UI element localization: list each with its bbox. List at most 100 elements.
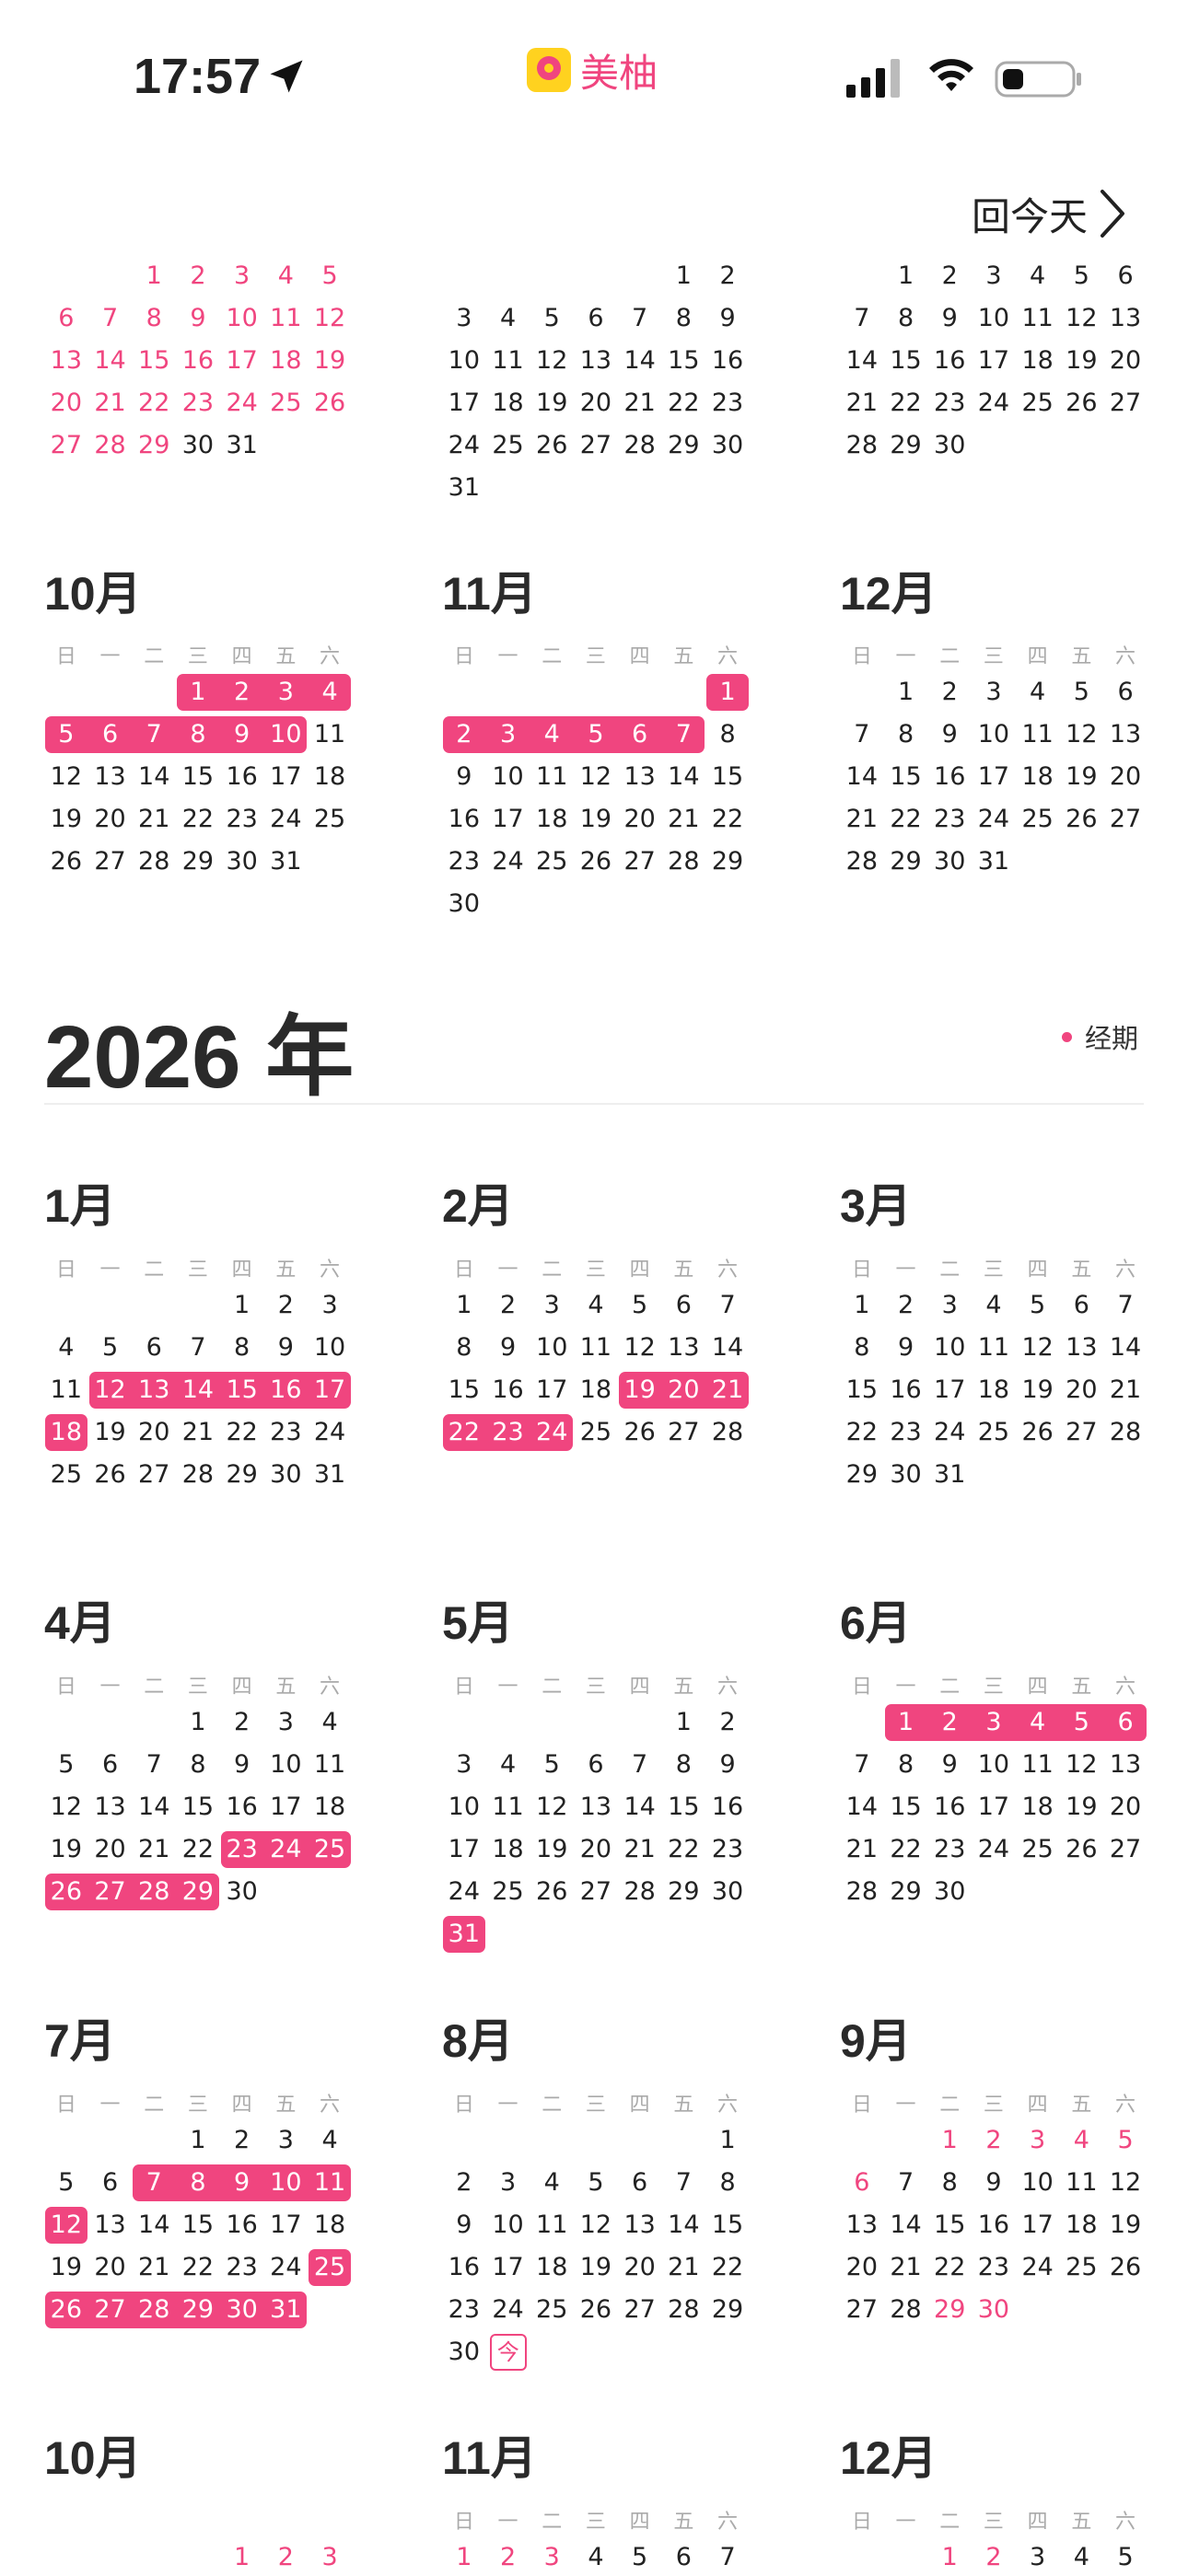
day-cell[interactable]: 22 (705, 801, 750, 838)
day-cell[interactable]: 8 (176, 2164, 220, 2201)
day-cell[interactable]: 16 (264, 1372, 309, 1409)
day-cell[interactable]: 3 (530, 2539, 574, 2576)
day-cell[interactable]: 24 (972, 801, 1016, 838)
day-cell[interactable]: 27 (88, 843, 133, 880)
day-cell[interactable]: 8 (220, 1329, 264, 1366)
day-cell[interactable]: 7 (662, 716, 706, 753)
day-cell[interactable]: 9 (486, 1329, 530, 1366)
day-cell[interactable]: 26 (530, 1874, 574, 1910)
day-cell[interactable]: 25 (486, 1874, 530, 1910)
day-cell[interactable]: 13 (840, 2207, 884, 2244)
day-cell[interactable]: 27 (574, 1874, 618, 1910)
day-cell[interactable]: 19 (618, 1372, 662, 1409)
day-cell[interactable]: 3 (972, 258, 1016, 295)
day-cell[interactable]: 1 (662, 1704, 706, 1741)
day-cell[interactable]: 28 (662, 843, 706, 880)
day-cell[interactable]: 27 (88, 2292, 133, 2328)
day-cell[interactable]: 30 (927, 427, 972, 464)
day-cell[interactable]: 2 (927, 258, 972, 295)
day-cell[interactable]: 7 (132, 2164, 176, 2201)
day-cell[interactable]: 28 (132, 1874, 176, 1910)
day-cell[interactable]: 3 (1016, 2122, 1060, 2159)
day-cell[interactable]: 18 (308, 2207, 352, 2244)
day-cell[interactable]: 9 (220, 2164, 264, 2201)
day-cell[interactable]: 10 (442, 342, 486, 379)
day-cell[interactable]: 30 (927, 1874, 972, 1910)
day-cell[interactable]: 22 (884, 385, 928, 422)
day-cell[interactable]: 16 (220, 2207, 264, 2244)
day-cell[interactable]: 26 (574, 843, 618, 880)
day-cell[interactable]: 19 (1060, 759, 1104, 795)
day-cell[interactable]: 29 (884, 427, 928, 464)
day-cell[interactable]: 15 (884, 1789, 928, 1826)
day-cell[interactable]: 16 (220, 759, 264, 795)
day-cell[interactable]: 20 (132, 1414, 176, 1451)
day-cell[interactable]: 19 (44, 1831, 88, 1868)
day-cell[interactable]: 26 (88, 1456, 133, 1493)
day-cell[interactable]: 21 (176, 1414, 220, 1451)
day-cell[interactable]: 8 (176, 716, 220, 753)
day-cell[interactable]: 27 (1103, 1831, 1147, 1868)
day-cell[interactable]: 5 (618, 2539, 662, 2576)
day-cell[interactable]: 26 (44, 843, 88, 880)
day-cell[interactable]: 10 (927, 1329, 972, 1366)
day-cell[interactable]: 6 (44, 300, 88, 337)
day-cell[interactable]: 11 (530, 2207, 574, 2244)
day-cell[interactable]: 21 (662, 801, 706, 838)
day-cell[interactable]: 26 (1060, 801, 1104, 838)
day-cell[interactable]: 29 (705, 843, 750, 880)
day-cell[interactable]: 27 (574, 427, 618, 464)
day-cell[interactable]: 2 (972, 2122, 1016, 2159)
day-cell[interactable]: 29 (662, 1874, 706, 1910)
day-cell[interactable]: 22 (840, 1414, 884, 1451)
day-cell[interactable]: 3 (486, 2164, 530, 2201)
day-cell[interactable]: 28 (618, 1874, 662, 1910)
day-cell[interactable]: 14 (132, 1789, 176, 1826)
day-cell[interactable]: 5 (44, 1746, 88, 1783)
day-cell[interactable]: 25 (1060, 2249, 1104, 2286)
day-cell[interactable]: 9 (220, 1746, 264, 1783)
day-cell[interactable]: 23 (972, 2249, 1016, 2286)
today-marker[interactable]: 今 (489, 2334, 527, 2371)
day-cell[interactable]: 1 (220, 1287, 264, 1324)
day-cell[interactable]: 20 (1103, 342, 1147, 379)
day-cell[interactable]: 25 (972, 1414, 1016, 1451)
day-cell[interactable]: 9 (705, 300, 750, 337)
day-cell[interactable]: 1 (884, 258, 928, 295)
day-cell[interactable]: 28 (840, 427, 884, 464)
day-cell[interactable]: 17 (927, 1372, 972, 1409)
day-cell[interactable]: 7 (840, 716, 884, 753)
day-cell[interactable]: 13 (88, 2207, 133, 2244)
day-cell[interactable]: 18 (1016, 342, 1060, 379)
day-cell[interactable]: 15 (132, 342, 176, 379)
day-cell[interactable]: 1 (132, 258, 176, 295)
day-cell[interactable]: 20 (1103, 1789, 1147, 1826)
day-cell[interactable]: 17 (220, 342, 264, 379)
day-cell[interactable]: 1 (884, 1704, 928, 1741)
day-cell[interactable]: 3 (264, 674, 309, 711)
day-cell[interactable]: 18 (1016, 759, 1060, 795)
day-cell[interactable]: 5 (1103, 2122, 1147, 2159)
day-cell[interactable]: 5 (1016, 1287, 1060, 1324)
day-cell[interactable]: 17 (442, 385, 486, 422)
day-cell[interactable]: 14 (618, 342, 662, 379)
day-cell[interactable]: 2 (927, 674, 972, 711)
day-cell[interactable]: 20 (88, 1831, 133, 1868)
day-cell[interactable]: 20 (662, 1372, 706, 1409)
day-cell[interactable]: 12 (44, 1789, 88, 1826)
day-cell[interactable]: 16 (220, 1789, 264, 1826)
day-cell[interactable]: 29 (176, 843, 220, 880)
day-cell[interactable]: 2 (176, 258, 220, 295)
day-cell[interactable]: 27 (88, 1874, 133, 1910)
day-cell[interactable]: 7 (618, 1746, 662, 1783)
day-cell[interactable]: 14 (176, 1372, 220, 1409)
day-cell[interactable]: 10 (972, 300, 1016, 337)
day-cell[interactable]: 29 (176, 2292, 220, 2328)
day-cell[interactable]: 10 (264, 1746, 309, 1783)
day-cell[interactable]: 3 (442, 1746, 486, 1783)
day-cell[interactable]: 18 (530, 2249, 574, 2286)
day-cell[interactable]: 28 (840, 843, 884, 880)
day-cell[interactable]: 18 (486, 1831, 530, 1868)
day-cell[interactable]: 16 (442, 801, 486, 838)
day-cell[interactable]: 19 (44, 801, 88, 838)
